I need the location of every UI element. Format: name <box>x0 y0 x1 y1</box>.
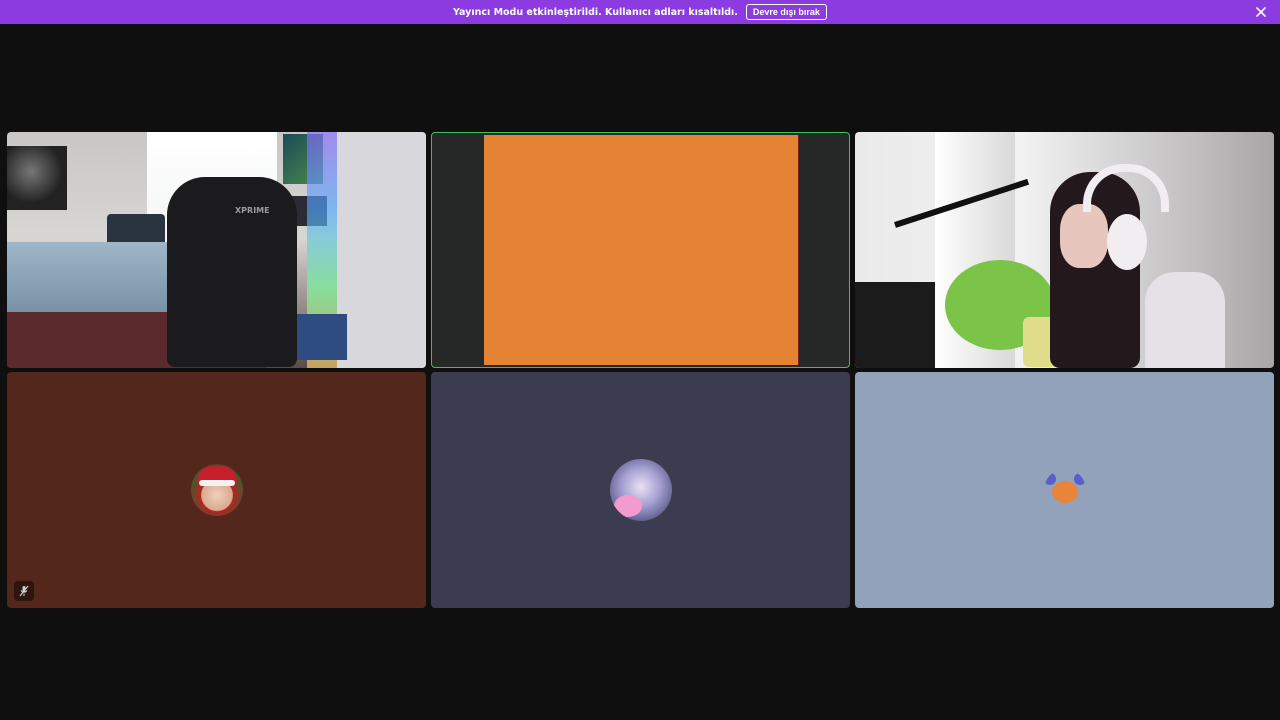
participant-tile-avatar-3[interactable] <box>855 372 1274 608</box>
santa-hat-avatar <box>190 464 243 516</box>
camera-feed-streamer <box>855 132 1274 368</box>
streamer-mode-notice-bar: Yayıncı Modu etkinleştirildi. Kullanıcı … <box>0 0 1280 24</box>
participant-tile-avatar-2[interactable] <box>431 372 850 608</box>
gaming-chair <box>167 177 297 367</box>
participant-tile-camera-1[interactable]: XPRIME <box>7 132 426 368</box>
participant-tile-avatar-1[interactable] <box>7 372 426 608</box>
headphones <box>1107 214 1147 270</box>
video-grid: XPRIME <box>7 132 1274 608</box>
participant-tile-camera-2[interactable] <box>855 132 1274 368</box>
participant-tile-screen-share[interactable] <box>431 132 850 368</box>
disable-streamer-mode-button[interactable]: Devre dışı bırak <box>745 4 827 20</box>
anime-girl-avatar <box>609 459 672 521</box>
microphone-muted-icon <box>14 581 34 601</box>
streamer-mode-message: Yayıncı Modu etkinleştirildi. Kullanıcı … <box>453 6 738 18</box>
shared-screen-content <box>484 135 798 365</box>
close-icon[interactable] <box>1254 5 1268 19</box>
crab-emoji-avatar <box>1043 469 1086 511</box>
chair-brand-text: XPRIME <box>235 206 270 215</box>
camera-feed-bedroom: XPRIME <box>7 132 426 368</box>
